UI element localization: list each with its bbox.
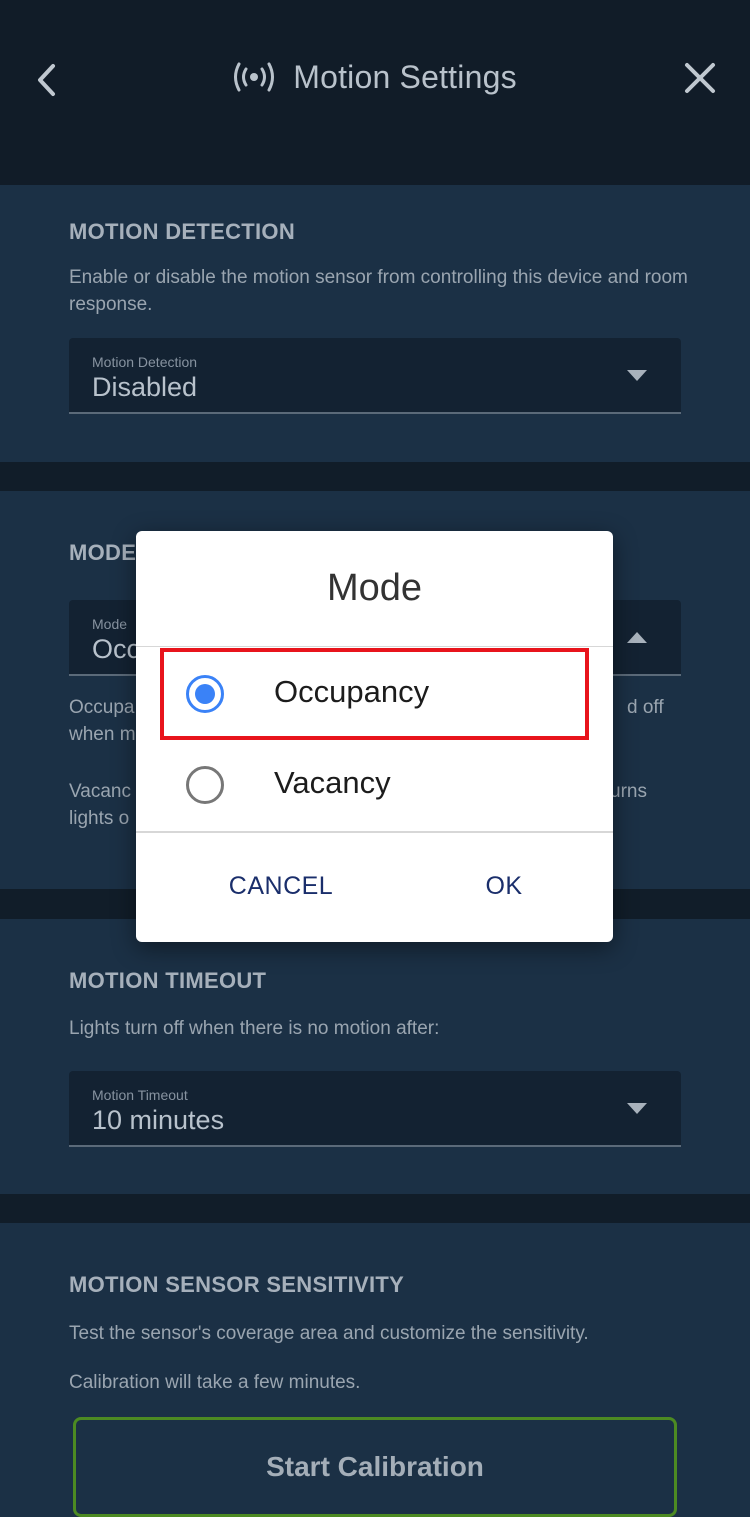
- divider: [136, 646, 613, 647]
- radio-unselected-icon[interactable]: [186, 766, 224, 804]
- dialog-title: Mode: [326, 567, 423, 609]
- divider: [136, 831, 613, 833]
- option-label: Occupancy: [274, 674, 430, 709]
- option-label: Vacancy: [274, 765, 391, 800]
- option-vacancy[interactable]: Vacancy: [136, 741, 613, 829]
- cancel-button[interactable]: CANCEL: [206, 856, 356, 916]
- option-occupancy[interactable]: Occupancy: [136, 650, 613, 738]
- ok-button[interactable]: OK: [454, 856, 554, 916]
- mode-dialog: Mode Occupancy Vacancy CANCEL OK: [136, 531, 613, 942]
- radio-selected-icon[interactable]: [186, 675, 224, 713]
